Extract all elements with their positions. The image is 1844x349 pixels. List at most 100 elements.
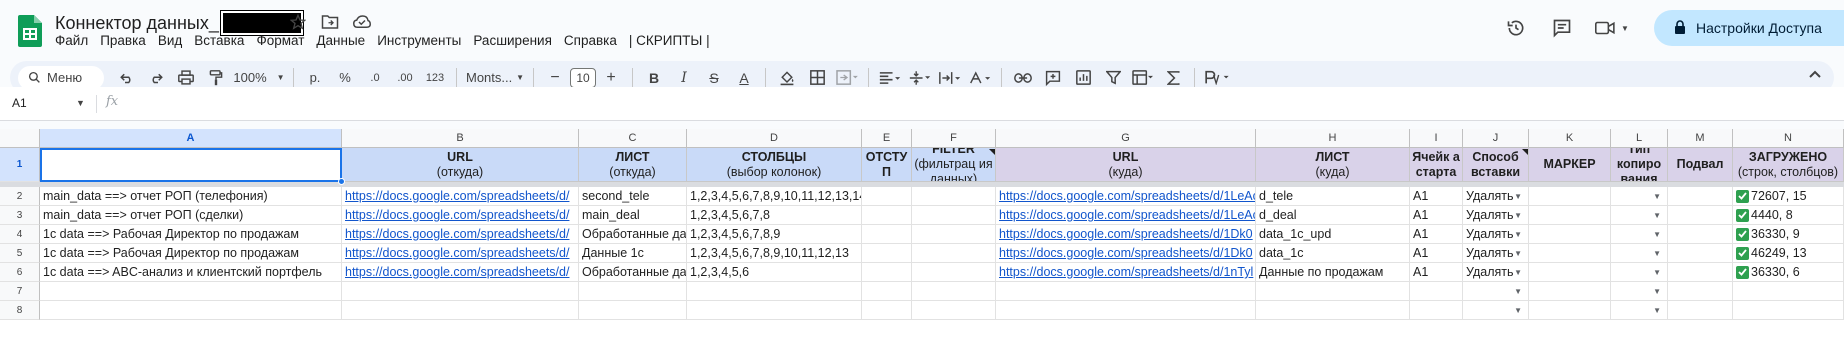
cell-k8[interactable] [1529,301,1611,320]
menu-help[interactable]: Справка [558,33,623,48]
header-cell-h[interactable]: ЛИСТ (куда) [1256,148,1410,182]
cell-h3[interactable]: d_deal [1256,206,1410,225]
cell-f4[interactable] [912,225,996,244]
cell-j3[interactable]: Удалять ▼ [1463,206,1529,225]
fill-handle[interactable] [338,178,345,185]
cell-d5[interactable]: 1,2,3,4,5,6,7,8,9,10,11,12,13 [687,244,862,263]
checkbox-checked-icon[interactable] [1736,189,1749,203]
cell-b4[interactable]: https://docs.google.com/spreadsheets/d/ [342,225,579,244]
menu-edit[interactable]: Правка [94,33,152,48]
cell-j7[interactable]: ▼ [1463,282,1529,301]
cell-f2[interactable] [912,187,996,206]
cell-l3[interactable]: ▼ [1611,206,1668,225]
cell-g3[interactable]: https://docs.google.com/spreadsheets/d/1… [996,206,1256,225]
cell-k7[interactable] [1529,282,1611,301]
cell-a5[interactable]: 1c data ==> Рабочая Директор по продажам [40,244,342,263]
checkbox-checked-icon[interactable] [1736,246,1749,260]
cell-m6[interactable] [1668,263,1733,282]
column-header-a[interactable]: A [40,129,342,148]
menu-file[interactable]: Файл [55,33,94,48]
dropdown-arrow-icon[interactable]: ▼ [1514,230,1522,239]
column-header-f[interactable]: F [912,129,996,148]
cell-j4[interactable]: Удалять ▼ [1463,225,1529,244]
cell-a3[interactable]: main_data ==> отчет РОП (сделки) [40,206,342,225]
cell-g4[interactable]: https://docs.google.com/spreadsheets/d/1… [996,225,1256,244]
row-header-3[interactable]: 3 [0,206,40,225]
cell-d7[interactable] [687,282,862,301]
cell-e6[interactable] [862,263,912,282]
paint-format-icon[interactable] [204,66,228,90]
header-cell-l[interactable]: Тип копиро вания [1611,148,1668,182]
undo-icon[interactable] [114,66,138,90]
text-rotation-icon[interactable] [968,66,992,90]
print-icon[interactable] [174,66,198,90]
insert-link-icon[interactable] [1011,66,1035,90]
cell-l4[interactable]: ▼ [1611,225,1668,244]
cell-h4[interactable]: data_1c_upd [1256,225,1410,244]
cell-a2[interactable]: main_data ==> отчет РОП (телефония) [40,187,342,206]
cell-m3[interactable] [1668,206,1733,225]
document-title-text[interactable]: Коннектор данных_ [55,13,219,34]
italic-button[interactable]: I [672,66,696,90]
cell-i5[interactable]: A1 [1410,244,1463,263]
dropdown-arrow-icon[interactable]: ▼ [1653,287,1661,296]
cell-n6[interactable]: 36330, 6 [1733,263,1844,282]
row-header-1[interactable]: 1 [0,148,40,182]
merge-cells-icon[interactable] [835,66,859,90]
cell-e8[interactable] [862,301,912,320]
collapse-toolbar-icon[interactable] [1808,67,1822,82]
cell-l5[interactable]: ▼ [1611,244,1668,263]
cell-n7[interactable] [1733,282,1844,301]
header-cell-d[interactable]: СТОЛБЦЫ (выбор колонок) [687,148,862,182]
cell-b5[interactable]: https://docs.google.com/spreadsheets/d/ [342,244,579,263]
cell-c8[interactable] [579,301,687,320]
column-header-b[interactable]: B [342,129,579,148]
cell-j8[interactable]: ▼ [1463,301,1529,320]
cell-j6[interactable]: Удалять ▼ [1463,263,1529,282]
fill-color-icon[interactable] [775,66,799,90]
cell-c4[interactable]: Обработанные да [579,225,687,244]
cell-l7[interactable]: ▼ [1611,282,1668,301]
cell-n5[interactable]: 46249, 13 [1733,244,1844,263]
meet-icon[interactable]: ▼ [1590,10,1634,46]
row-header-7[interactable]: 7 [0,282,40,301]
cell-m5[interactable] [1668,244,1733,263]
borders-icon[interactable] [805,66,829,90]
dropdown-arrow-icon[interactable]: ▼ [1514,211,1522,220]
menu-extensions[interactable]: Расширения [467,33,558,48]
dropdown-arrow-icon[interactable]: ▼ [1514,249,1522,258]
cell-m8[interactable] [1668,301,1733,320]
cell-k2[interactable] [1529,187,1611,206]
cell-m4[interactable] [1668,225,1733,244]
column-header-g[interactable]: G [996,129,1256,148]
cell-d4[interactable]: 1,2,3,4,5,6,7,8,9 [687,225,862,244]
dropdown-arrow-icon[interactable]: ▼ [1653,192,1661,201]
zoom-select[interactable]: 100% ▼ [233,66,284,90]
cell-d6[interactable]: 1,2,3,4,5,6 [687,263,862,282]
cell-e2[interactable] [862,187,912,206]
cell-k5[interactable] [1529,244,1611,263]
cell-link[interactable]: https://docs.google.com/spreadsheets/d/ [345,208,569,222]
cell-link[interactable]: https://docs.google.com/spreadsheets/d/1… [999,227,1253,241]
horizontal-align-icon[interactable] [878,66,902,90]
decrease-decimal-button[interactable]: .0 [363,66,387,90]
cell-j5[interactable]: Удалять ▼ [1463,244,1529,263]
header-cell-f[interactable]: FILTER (фильтрац ия данных) [912,148,996,182]
cell-link[interactable]: https://docs.google.com/spreadsheets/d/ [345,189,569,203]
vertical-align-icon[interactable] [908,66,932,90]
menu-data[interactable]: Данные [310,33,371,48]
dropdown-arrow-icon[interactable]: ▼ [1514,287,1522,296]
header-cell-k[interactable]: МАРКЕР [1529,148,1611,182]
cell-h6[interactable]: Данные по продажам [1256,263,1410,282]
menu-scripts[interactable]: | СКРИПТЫ | [623,33,716,48]
dropdown-arrow-icon[interactable]: ▼ [1653,268,1661,277]
row-header-4[interactable]: 4 [0,225,40,244]
checkbox-checked-icon[interactable] [1736,208,1749,222]
functions-icon[interactable] [1161,66,1185,90]
cell-d2[interactable]: 1,2,3,4,5,6,7,8,9,10,11,12,13,14,15 [687,187,862,206]
cell-g8[interactable] [996,301,1256,320]
row-header-6[interactable]: 6 [0,263,40,282]
cell-l2[interactable]: ▼ [1611,187,1668,206]
cell-link[interactable]: https://docs.google.com/spreadsheets/d/1… [999,208,1255,222]
cell-k6[interactable] [1529,263,1611,282]
